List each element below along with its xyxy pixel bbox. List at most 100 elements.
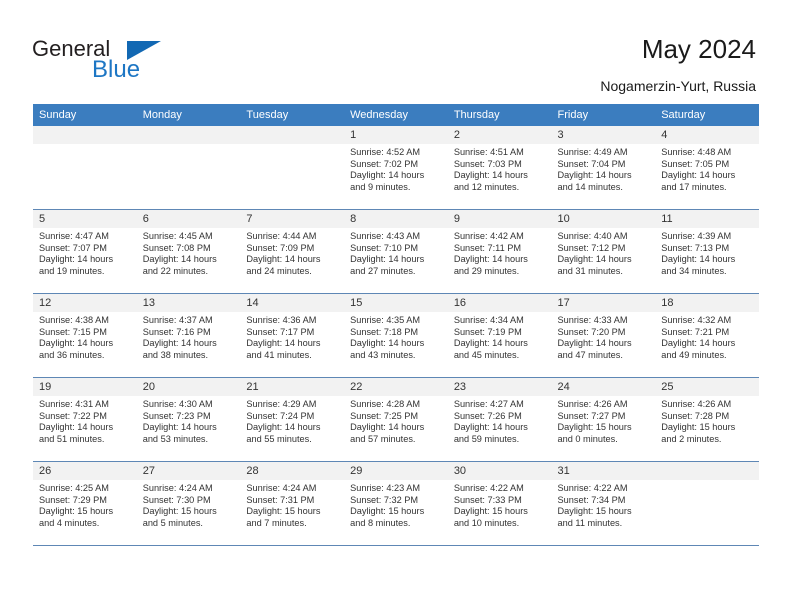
logo-text-blue: Blue	[92, 56, 141, 83]
calendar-day-cell[interactable]: 30 Sunrise: 4:22 AM Sunset: 7:33 PM Dayligh…	[447, 461, 552, 546]
calendar-day-cell[interactable]: 12 Sunrise: 4:38 AM Sunset: 7:15 PM Dayligh…	[33, 293, 137, 378]
sunrise-text: Sunrise: 4:49 AM	[557, 147, 628, 157]
day-details: Sunrise: 4:45 AM Sunset: 7:08 PM Daylight:…	[137, 228, 241, 277]
daylight-text: Daylight: 14 hours	[142, 254, 217, 265]
calendar-day-cell[interactable]: 31 Sunrise: 4:22 AM Sunset: 7:34 PM Dayligh…	[551, 461, 656, 546]
calendar-day-cell[interactable]: 14 Sunrise: 4:36 AM Sunset: 7:17 PM Dayligh…	[240, 293, 345, 378]
calendar-day-cell[interactable]: 26 Sunrise: 4:25 AM Sunset: 7:29 PM Dayligh…	[33, 461, 137, 546]
sunrise-text: Sunrise: 4:38 AM	[39, 315, 109, 325]
daylight-text: and 51 minutes.	[39, 433, 105, 444]
daylight-text: Daylight: 14 hours	[246, 254, 321, 265]
calendar-day-cell[interactable]: 5 Sunrise: 4:47 AM Sunset: 7:07 PM Daylight…	[33, 209, 137, 294]
calendar-day-cell[interactable]: 6 Sunrise: 4:45 AM Sunset: 7:08 PM Daylight…	[136, 209, 241, 294]
daylight-text: and 41 minutes.	[246, 349, 312, 360]
daylight-text: and 7 minutes.	[246, 517, 307, 528]
daylight-text: Daylight: 14 hours	[661, 170, 736, 181]
day-details: Sunrise: 4:49 AM Sunset: 7:04 PM Daylight:…	[552, 144, 656, 193]
day-details: Sunrise: 4:27 AM Sunset: 7:26 PM Daylight:…	[448, 396, 552, 445]
calendar-day-cell[interactable]: 16 Sunrise: 4:34 AM Sunset: 7:19 PM Dayligh…	[447, 293, 552, 378]
daylight-text: Daylight: 14 hours	[453, 422, 528, 433]
day-number: 11	[655, 210, 759, 228]
sunrise-text: Sunrise: 4:22 AM	[453, 483, 524, 493]
general-blue-logo[interactable]: General Blue	[32, 36, 212, 88]
calendar-day-cell[interactable]: 22 Sunrise: 4:28 AM Sunset: 7:25 PM Dayligh…	[344, 377, 448, 462]
sunrise-text: Sunrise: 4:28 AM	[350, 399, 421, 409]
calendar-day-cell[interactable]: 7 Sunrise: 4:44 AM Sunset: 7:09 PM Daylight…	[240, 209, 345, 294]
day-number	[655, 462, 759, 480]
day-number: 22	[344, 378, 448, 396]
sunset-text: Sunset: 7:11 PM	[453, 242, 522, 253]
daylight-text: and 22 minutes.	[142, 265, 209, 276]
sunrise-text: Sunrise: 4:33 AM	[557, 315, 628, 325]
calendar-day-cell[interactable]: 1 Sunrise: 4:52 AM Sunset: 7:02 PM Daylight…	[344, 126, 448, 210]
daylight-text: and 59 minutes.	[453, 433, 520, 444]
sunset-text: Sunset: 7:03 PM	[453, 158, 522, 169]
daylight-text: and 47 minutes.	[557, 349, 623, 360]
calendar-day-cell[interactable]: 2 Sunrise: 4:51 AM Sunset: 7:03 PM Daylight…	[447, 126, 552, 210]
calendar-day-cell[interactable]: 11 Sunrise: 4:39 AM Sunset: 7:13 PM Dayligh…	[655, 209, 759, 294]
daylight-text: and 38 minutes.	[142, 349, 209, 360]
calendar-day-cell[interactable]: 13 Sunrise: 4:37 AM Sunset: 7:16 PM Dayligh…	[136, 293, 241, 378]
daylight-text: Daylight: 15 hours	[557, 422, 632, 433]
weekday-header-sunday: Sunday	[33, 104, 137, 126]
sunset-text: Sunset: 7:08 PM	[142, 242, 211, 253]
day-details: Sunrise: 4:40 AM Sunset: 7:12 PM Daylight:…	[552, 228, 656, 277]
calendar-day-cell[interactable]: 18 Sunrise: 4:32 AM Sunset: 7:21 PM Dayligh…	[655, 293, 759, 378]
calendar-day-cell[interactable]: 19 Sunrise: 4:31 AM Sunset: 7:22 PM Dayligh…	[33, 377, 137, 462]
sunset-text: Sunset: 7:15 PM	[39, 326, 107, 337]
daylight-text: and 19 minutes.	[39, 265, 105, 276]
weekday-header-monday: Monday	[136, 104, 241, 126]
daylight-text: and 53 minutes.	[142, 433, 209, 444]
sunrise-text: Sunrise: 4:24 AM	[142, 483, 213, 493]
daylight-text: and 12 minutes.	[453, 181, 520, 192]
calendar-week-row: 5 Sunrise: 4:47 AM Sunset: 7:07 PM Daylight…	[33, 209, 759, 294]
calendar-day-cell[interactable]: 10 Sunrise: 4:40 AM Sunset: 7:12 PM Dayligh…	[551, 209, 656, 294]
sunrise-text: Sunrise: 4:35 AM	[350, 315, 421, 325]
sunset-text: Sunset: 7:05 PM	[661, 158, 730, 169]
day-details: Sunrise: 4:25 AM Sunset: 7:29 PM Daylight:…	[33, 480, 137, 529]
calendar-day-cell[interactable]: 9 Sunrise: 4:42 AM Sunset: 7:11 PM Daylight…	[447, 209, 552, 294]
calendar-day-cell[interactable]: 3 Sunrise: 4:49 AM Sunset: 7:04 PM Daylight…	[551, 126, 656, 210]
day-number: 24	[551, 378, 656, 396]
calendar-day-cell[interactable]: 29 Sunrise: 4:23 AM Sunset: 7:32 PM Dayligh…	[344, 461, 448, 546]
day-number: 20	[136, 378, 241, 396]
calendar-day-cell[interactable]: 15 Sunrise: 4:35 AM Sunset: 7:18 PM Dayligh…	[344, 293, 448, 378]
day-number: 2	[447, 126, 552, 144]
daylight-text: and 4 minutes.	[39, 517, 100, 528]
daylight-text: and 43 minutes.	[350, 349, 416, 360]
daylight-text: and 55 minutes.	[246, 433, 312, 444]
day-details: Sunrise: 4:31 AM Sunset: 7:22 PM Daylight:…	[33, 396, 137, 445]
page-header: General Blue May 2024 Nogamerzin-Yurt, R…	[0, 0, 792, 96]
calendar-day-cell[interactable]: 25 Sunrise: 4:26 AM Sunset: 7:28 PM Dayligh…	[655, 377, 759, 462]
day-details: Sunrise: 4:24 AM Sunset: 7:30 PM Daylight:…	[137, 480, 241, 529]
calendar-day-cell-empty	[240, 126, 345, 210]
calendar-day-cell[interactable]: 17 Sunrise: 4:33 AM Sunset: 7:20 PM Dayligh…	[551, 293, 656, 378]
calendar-day-cell[interactable]: 28 Sunrise: 4:24 AM Sunset: 7:31 PM Dayligh…	[240, 461, 345, 546]
day-number: 13	[136, 294, 241, 312]
daylight-text: Daylight: 14 hours	[661, 338, 736, 349]
day-details: Sunrise: 4:51 AM Sunset: 7:03 PM Daylight:…	[448, 144, 552, 193]
calendar-day-cell[interactable]: 24 Sunrise: 4:26 AM Sunset: 7:27 PM Dayligh…	[551, 377, 656, 462]
day-details: Sunrise: 4:23 AM Sunset: 7:32 PM Daylight:…	[344, 480, 448, 529]
sunrise-text: Sunrise: 4:22 AM	[557, 483, 628, 493]
day-details: Sunrise: 4:26 AM Sunset: 7:28 PM Daylight:…	[655, 396, 759, 445]
sunrise-text: Sunrise: 4:26 AM	[661, 399, 732, 409]
calendar-day-cell[interactable]: 8 Sunrise: 4:43 AM Sunset: 7:10 PM Daylight…	[344, 209, 448, 294]
calendar-day-cell[interactable]: 27 Sunrise: 4:24 AM Sunset: 7:30 PM Dayligh…	[136, 461, 241, 546]
daylight-text: Daylight: 14 hours	[350, 422, 425, 433]
day-details: Sunrise: 4:42 AM Sunset: 7:11 PM Daylight:…	[448, 228, 552, 277]
daylight-text: and 17 minutes.	[661, 181, 727, 192]
calendar-day-cell[interactable]: 20 Sunrise: 4:30 AM Sunset: 7:23 PM Dayligh…	[136, 377, 241, 462]
day-details: Sunrise: 4:26 AM Sunset: 7:27 PM Daylight:…	[552, 396, 656, 445]
daylight-text: Daylight: 14 hours	[246, 422, 321, 433]
day-details: Sunrise: 4:38 AM Sunset: 7:15 PM Daylight:…	[33, 312, 137, 361]
day-number: 12	[33, 294, 137, 312]
calendar-day-cell[interactable]: 4 Sunrise: 4:48 AM Sunset: 7:05 PM Daylight…	[655, 126, 759, 210]
calendar-week-row: 26 Sunrise: 4:25 AM Sunset: 7:29 PM Dayligh…	[33, 461, 759, 546]
calendar-day-cell[interactable]: 23 Sunrise: 4:27 AM Sunset: 7:26 PM Dayligh…	[447, 377, 552, 462]
calendar-day-cell[interactable]: 21 Sunrise: 4:29 AM Sunset: 7:24 PM Dayligh…	[240, 377, 345, 462]
day-details: Sunrise: 4:33 AM Sunset: 7:20 PM Daylight:…	[552, 312, 656, 361]
daylight-text: Daylight: 15 hours	[142, 506, 217, 517]
daylight-text: Daylight: 14 hours	[453, 254, 528, 265]
sunset-text: Sunset: 7:23 PM	[142, 410, 211, 421]
